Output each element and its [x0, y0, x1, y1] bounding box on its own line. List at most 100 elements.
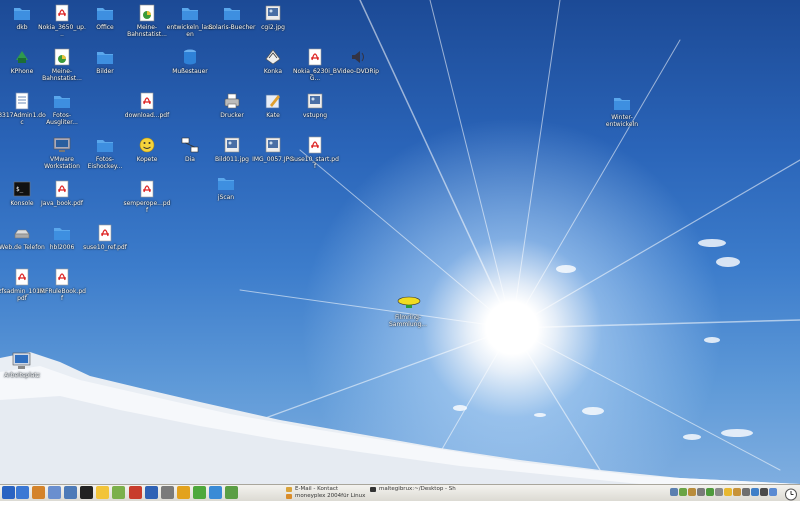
desktop-icon[interactable]: Kopete — [123, 136, 171, 163]
desktop-icon-label: IMG_0057.JPG — [252, 156, 294, 163]
star-icon[interactable] — [177, 486, 190, 499]
desktop-icon[interactable]: download...pdf — [123, 92, 171, 119]
desktop-icon[interactable]: Mußestauer — [166, 48, 214, 75]
network-icon[interactable] — [64, 486, 77, 499]
chart-icon — [138, 4, 156, 22]
tray-update-icon[interactable] — [679, 488, 687, 496]
taskbar-button[interactable]: moneyplex 2004für Linux — [286, 493, 395, 500]
desktop-icon[interactable]: hbl2006 — [38, 224, 86, 251]
desktop-icon-label: Nokia_3650_up... — [38, 24, 86, 38]
desktop-icon-label: jScan — [217, 194, 235, 201]
desktop-icon-label: vstupng — [302, 112, 328, 119]
tray-battery-icon[interactable] — [706, 488, 714, 496]
sound-icon[interactable] — [161, 486, 174, 499]
tray-kopete-icon[interactable] — [724, 488, 732, 496]
desktop-icon[interactable]: vstupng — [291, 92, 339, 119]
desktop-icon-label: Meine-Bahnstatist... — [42, 68, 82, 82]
pdf-icon — [53, 268, 71, 286]
folder-icon — [96, 48, 114, 66]
kopete-icon[interactable] — [96, 486, 109, 499]
speaker-icon — [349, 48, 367, 66]
desktop-icon[interactable]: entwickeln_lassen — [166, 4, 214, 38]
scanner-icon — [264, 48, 282, 66]
desktop-icon-label: Arbeitsplatz — [4, 372, 40, 379]
calendar-icon[interactable] — [129, 486, 142, 499]
desktop-icon-label: Konka — [263, 68, 283, 75]
desktop-icon-label: Mußestauer — [172, 68, 208, 75]
desktop-icon-label: VMware Workstation — [44, 156, 80, 170]
desktop-icon[interactable]: Bilder — [81, 48, 129, 75]
tray-mail-icon[interactable] — [733, 488, 741, 496]
desktop-icon[interactable]: IMG_0057.JPG — [249, 136, 297, 163]
desktop-icon[interactable]: Meine-Bahnstatist... — [38, 48, 86, 82]
desktop-icon[interactable]: cgi2.jpg — [249, 4, 297, 31]
tray-power-icon[interactable] — [760, 488, 768, 496]
globe-icon[interactable] — [209, 486, 222, 499]
desktop-icon[interactable]: Meine-Bahnstatist... — [123, 4, 171, 38]
desktop-icon[interactable]: VMware Workstation — [38, 136, 86, 170]
phone-icon — [13, 48, 31, 66]
desktop-icon-label: Video-DVDRip — [337, 68, 379, 75]
desktop-icon[interactable] — [16, 486, 29, 499]
home-icon[interactable] — [32, 486, 45, 499]
folder-icon — [217, 174, 235, 192]
desktop-icon[interactable]: Filmring-Sammlung... — [384, 294, 432, 328]
computer-icon — [10, 352, 34, 370]
dia-icon — [181, 136, 199, 154]
desktop-icon[interactable]: Dia — [166, 136, 214, 163]
desktop-icon[interactable]: Nokia_6230i_BG... — [291, 48, 339, 82]
desktop-icon[interactable]: Kate — [249, 92, 297, 119]
desktop[interactable]: dkb Nokia_3650_up... Office Meine-Bahnstati… — [0, 0, 800, 484]
folder-icon — [181, 4, 199, 22]
desktop-icon[interactable]: Konka — [249, 48, 297, 75]
desktop-icon[interactable]: Office — [81, 4, 129, 31]
pdf-icon — [306, 48, 324, 66]
taskbar-button[interactable]: maltegibrux:~/Desktop - Sh — [370, 486, 471, 493]
pdf-icon — [138, 180, 156, 198]
desktop-icon[interactable]: Nokia_3650_up... — [38, 4, 86, 38]
desktop-icon[interactable]: Fotos-Eishockey... — [81, 136, 129, 170]
tray-clipboard-icon[interactable] — [688, 488, 696, 496]
taskbar-button[interactable]: E-Mail - Kontact — [286, 486, 379, 493]
image-icon — [306, 92, 324, 110]
tray-web-icon[interactable] — [751, 488, 759, 496]
desktop-icon[interactable]: Winter-entwickeln — [598, 94, 646, 128]
terminal-icon[interactable] — [80, 486, 93, 499]
vmware-icon — [53, 136, 71, 154]
tray-wifi-icon[interactable] — [769, 488, 777, 496]
desktop-icon[interactable]: Fotos-Ausgliter... — [38, 92, 86, 126]
desktop-icon[interactable]: suse10_ref.pdf — [81, 224, 129, 251]
mail-icon[interactable] — [48, 486, 61, 499]
chart-icon — [53, 48, 71, 66]
chat-icon[interactable] — [193, 486, 206, 499]
desktop-icon[interactable]: Video-DVDRip — [334, 48, 382, 75]
desktop-icon[interactable]: Arbeitsplatz — [0, 352, 46, 379]
kmenu-icon[interactable] — [2, 486, 15, 499]
desktop-icon[interactable]: suse10_start.pdf — [291, 136, 339, 170]
desktop-icon[interactable]: semperope...pdf — [123, 180, 171, 214]
folder-icon — [13, 4, 31, 22]
desktop-icon[interactable]: jScan — [202, 174, 250, 201]
media-icon[interactable] — [112, 486, 125, 499]
desktop-icon[interactable]: IMFRuleBook.pdf — [38, 268, 86, 302]
desktop-icon-label: Dia — [185, 156, 195, 163]
tray-printer-icon[interactable] — [715, 488, 723, 496]
desktop-icon-label: Office — [96, 24, 114, 31]
editor-icon[interactable] — [225, 486, 238, 499]
database-icon — [181, 48, 199, 66]
desktop-icon-label: Bilder — [96, 68, 114, 75]
folder-icon — [96, 4, 114, 22]
desktop-icon[interactable]: Java_book.pdf — [38, 180, 86, 207]
tray-keyboard-icon[interactable] — [742, 488, 750, 496]
tray-volume-icon[interactable] — [697, 488, 705, 496]
desktop-icon-label: Fotos-Ausgliter... — [46, 112, 78, 126]
folder-icon — [53, 224, 71, 242]
pdf-icon — [306, 136, 324, 154]
svg-text:$_: $_ — [16, 186, 24, 193]
clock-icon[interactable] — [784, 486, 798, 501]
editor-icon — [264, 92, 282, 110]
tray-network-icon[interactable] — [670, 488, 678, 496]
app-icon — [286, 494, 292, 499]
folder-icon — [53, 92, 71, 110]
browser-icon[interactable] — [145, 486, 158, 499]
